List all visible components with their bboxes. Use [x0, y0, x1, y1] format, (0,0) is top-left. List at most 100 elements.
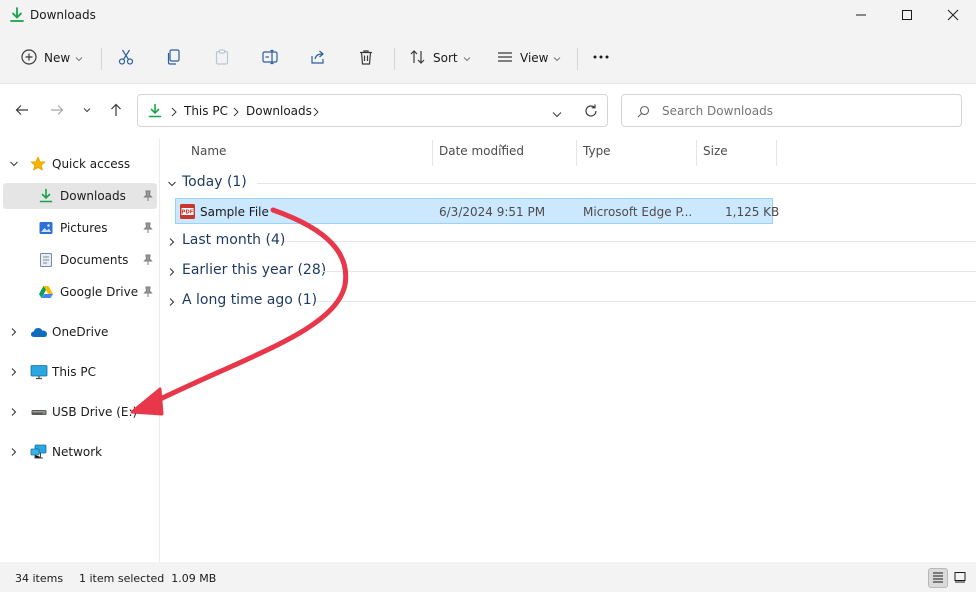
file-size: 1,125 KB [725, 205, 780, 219]
table-row[interactable]: PDF Sample File 6/3/2024 9:51 PM Microso… [175, 198, 779, 224]
breadcrumb-downloads[interactable]: Downloads [246, 104, 312, 118]
details-view-icon [932, 571, 944, 586]
pdf-badge-text: PDF [182, 210, 194, 216]
paste-button[interactable] [213, 44, 231, 72]
sidebar-item-label: Pictures [60, 221, 108, 235]
column-header-date-modified[interactable]: Date modified [439, 144, 524, 158]
chevron-down-icon [167, 178, 177, 192]
rename-icon [261, 48, 279, 69]
details-view-button[interactable] [928, 568, 948, 588]
forward-button[interactable] [47, 100, 67, 120]
sidebar-item-label: This PC [52, 365, 96, 379]
share-icon [309, 48, 327, 69]
tiles-view-button[interactable] [950, 568, 970, 588]
group-divider [284, 241, 976, 242]
breadcrumb-this-pc[interactable]: This PC [184, 104, 228, 118]
chevron-right-icon[interactable] [9, 366, 19, 380]
close-button[interactable] [930, 0, 976, 30]
download-icon [147, 103, 163, 122]
group-label: Last month (4) [182, 232, 286, 248]
sidebar-item-pictures[interactable]: Pictures [3, 215, 157, 241]
view-label: View [520, 51, 549, 65]
column-divider[interactable] [696, 140, 697, 166]
selection-info: 1 item selected 1.09 MB [79, 572, 217, 585]
column-divider[interactable] [576, 140, 577, 166]
address-row: This PC Downloads [0, 84, 976, 138]
copy-icon [165, 48, 183, 69]
onedrive-icon [30, 324, 47, 340]
view-list-icon [496, 48, 514, 69]
file-list: Name Date modified Type Size Today (1) P… [161, 138, 976, 562]
chevron-right-icon[interactable] [9, 326, 19, 340]
pin-icon[interactable] [143, 254, 153, 269]
sort-label: Sort [433, 51, 458, 65]
file-name: Sample File [200, 205, 269, 219]
chevron-down-icon [75, 51, 83, 65]
group-divider [317, 301, 976, 302]
sidebar-item-downloads[interactable]: Downloads [3, 183, 157, 209]
sidebar-item-this-pc[interactable]: This PC [3, 359, 157, 385]
search-input[interactable] [662, 102, 952, 120]
sidebar-item-label: USB Drive (E:) [52, 405, 138, 419]
recent-locations-button[interactable] [77, 100, 97, 120]
group-divider [257, 183, 976, 184]
trash-icon [357, 48, 375, 69]
address-history-chevron-icon[interactable] [552, 107, 562, 121]
group-divider [321, 271, 976, 272]
refresh-icon[interactable] [583, 103, 599, 122]
new-button[interactable]: New [20, 44, 83, 72]
scissors-icon [117, 48, 135, 69]
sort-button[interactable]: Sort [409, 44, 471, 72]
chevron-right-icon[interactable] [9, 406, 19, 420]
download-icon [8, 6, 26, 24]
chevron-right-icon [171, 106, 177, 120]
delete-button[interactable] [357, 44, 375, 72]
chevron-down-icon [553, 51, 561, 65]
sidebar-item-label: Network [52, 445, 103, 459]
maximize-button[interactable] [884, 0, 930, 30]
column-divider[interactable] [776, 140, 777, 166]
chevron-right-icon[interactable] [9, 446, 19, 460]
sidebar-item-onedrive[interactable]: OneDrive [3, 319, 157, 345]
star-icon [30, 156, 46, 172]
sidebar-item-usb-drive[interactable]: USB Drive (E:) [3, 399, 157, 425]
toolbar-separator [577, 48, 578, 70]
copy-button[interactable] [165, 44, 183, 72]
item-count: 34 items [15, 572, 64, 585]
sidebar-item-network[interactable]: Network [3, 439, 157, 465]
search-box[interactable] [621, 94, 962, 127]
sidebar-item-quick-access[interactable]: Quick access [3, 151, 157, 177]
cut-button[interactable] [117, 44, 135, 72]
sidebar-item-label: Downloads [60, 189, 126, 203]
minimize-button[interactable] [838, 0, 884, 30]
sidebar-item-google-drive[interactable]: Google Drive (G [3, 279, 157, 305]
clipboard-icon [213, 48, 231, 69]
navigation-pane: Quick access Downloads Pictures Document… [0, 138, 160, 562]
column-divider[interactable] [432, 140, 433, 166]
sidebar-item-label: Quick access [52, 157, 131, 171]
column-header-size[interactable]: Size [703, 144, 728, 158]
group-label: A long time ago (1) [182, 292, 318, 308]
sidebar-item-documents[interactable]: Documents [3, 247, 157, 273]
search-icon [637, 105, 650, 121]
share-button[interactable] [309, 44, 327, 72]
view-button[interactable]: View [496, 44, 561, 72]
address-bar[interactable]: This PC Downloads [137, 94, 608, 127]
chevron-down-icon[interactable] [9, 158, 19, 172]
pin-icon[interactable] [143, 286, 153, 301]
google-drive-icon [38, 284, 54, 300]
up-button[interactable] [106, 100, 126, 120]
column-header-name[interactable]: Name [191, 144, 226, 158]
column-header-type[interactable]: Type [583, 144, 611, 158]
toolbar-separator [394, 48, 395, 70]
more-options-button[interactable] [591, 44, 611, 72]
back-button[interactable] [12, 100, 32, 120]
pin-icon[interactable] [143, 190, 153, 205]
rename-button[interactable] [261, 44, 279, 72]
sidebar-item-label: Google Drive (G [60, 285, 142, 299]
pdf-file-icon: PDF [179, 203, 196, 223]
pin-icon[interactable] [143, 222, 153, 237]
network-icon [30, 444, 47, 460]
chevron-right-icon [313, 106, 319, 120]
command-bar: New Sort View [0, 32, 976, 84]
